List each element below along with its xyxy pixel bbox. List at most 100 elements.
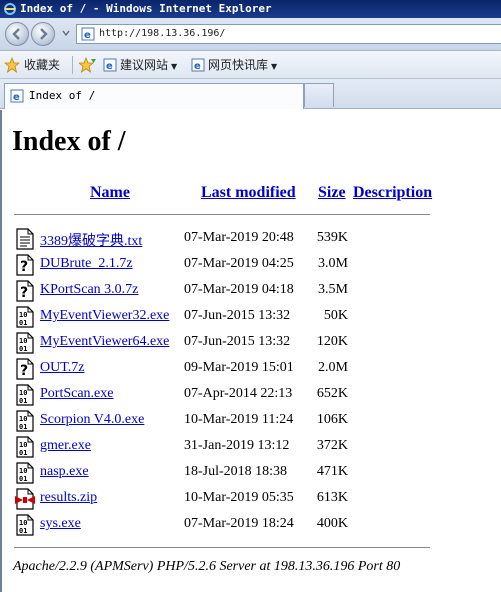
file-size: 120K [316, 334, 348, 349]
svg-text:01: 01 [19, 397, 27, 405]
svg-text:01: 01 [19, 449, 27, 457]
back-button[interactable] [5, 22, 29, 46]
file-size: 50K [323, 308, 348, 323]
file-link[interactable]: gmer.exe [40, 438, 91, 454]
svg-text:?: ? [20, 259, 28, 275]
binary-file-icon[interactable]: 10 01 [15, 514, 35, 536]
page-icon: e [10, 89, 24, 103]
list-item: results.zip 10-Mar-2019 05:35 613K [14, 488, 494, 514]
file-size: 471K [316, 464, 348, 479]
svg-text:10: 10 [19, 311, 27, 319]
forward-button[interactable] [31, 22, 55, 46]
sort-by-description-link[interactable]: Description [353, 184, 432, 202]
svg-text:e: e [84, 30, 91, 41]
file-link[interactable]: sys.exe [40, 516, 81, 532]
window-border [0, 110, 2, 592]
file-link[interactable]: MyEventViewer64.exe [40, 334, 169, 350]
page-icon: e [191, 58, 205, 72]
address-bar[interactable]: e http://198.13.36.196/ [76, 24, 501, 44]
window-title-bar[interactable]: Index of / - Windows Internet Explorer [0, 0, 501, 18]
file-size: 613K [316, 490, 348, 505]
binary-file-icon[interactable]: 10 01 [15, 384, 35, 406]
unknown-file-icon[interactable]: ? [15, 280, 35, 302]
text-file-icon[interactable] [15, 228, 35, 250]
ie-logo-icon [4, 3, 16, 15]
svg-text:01: 01 [19, 527, 27, 535]
list-item: 10 01 MyEventViewer32.exe 07-Jun-2015 13:32… [14, 306, 494, 332]
svg-text:10: 10 [19, 337, 27, 345]
suggested-sites-button[interactable]: e 建议网站 ▼ [103, 51, 177, 79]
sort-by-size-link[interactable]: Size [318, 184, 346, 202]
file-link[interactable]: KPortScan 3.0.7z [40, 282, 138, 298]
svg-text:e: e [194, 61, 201, 72]
page-icon: e [81, 27, 95, 41]
suggested-sites-label: 建议网站 [120, 58, 169, 72]
binary-file-icon[interactable]: 10 01 [15, 332, 35, 354]
svg-text:?: ? [20, 363, 28, 379]
header-divider [14, 214, 430, 215]
compressed-file-icon[interactable] [15, 488, 35, 510]
svg-text:01: 01 [19, 475, 27, 483]
svg-text:e: e [13, 92, 20, 103]
favorites-divider [72, 56, 73, 74]
server-signature: Apache/2.2.9 (APMServ) PHP/5.2.6 Server … [13, 559, 401, 574]
file-size: 652K [316, 386, 348, 401]
list-item: 10 01 gmer.exe 31-Jan-2019 13:12 372K [14, 436, 494, 462]
list-item: 10 01 MyEventViewer64.exe 07-Jun-2015 13:32… [14, 332, 494, 358]
file-link[interactable]: results.zip [40, 490, 97, 506]
file-size: 539K [316, 230, 348, 245]
list-item: 10 01 sys.exe 07-Mar-2019 18:24 400K [14, 514, 494, 540]
file-size: 2.0M [318, 360, 348, 375]
svg-text:10: 10 [19, 467, 27, 475]
svg-text:10: 10 [19, 441, 27, 449]
sort-by-last-modified-link[interactable]: Last modified [201, 184, 296, 202]
svg-text:10: 10 [19, 389, 27, 397]
file-size: 372K [316, 438, 348, 453]
page-icon: e [103, 58, 117, 72]
svg-text:10: 10 [19, 415, 27, 423]
list-item: ? KPortScan 3.0.7z 07-Mar-2019 04:18 3.5M [14, 280, 494, 306]
favorites-bar: 收藏夹 e 建议网站 ▼ e 网页快讯库 ▼ [0, 51, 501, 79]
binary-file-icon[interactable]: 10 01 [15, 462, 35, 484]
svg-text:?: ? [20, 285, 28, 301]
favorites-star-icon[interactable] [4, 57, 20, 73]
file-link[interactable]: nasp.exe [40, 464, 89, 480]
url-text[interactable]: http://198.13.36.196/ [99, 25, 225, 43]
file-size: 3.0M [318, 256, 348, 271]
binary-file-icon[interactable]: 10 01 [15, 306, 35, 328]
file-link[interactable]: MyEventViewer32.exe [40, 308, 169, 324]
file-link[interactable]: PortScan.exe [40, 386, 113, 402]
chevron-down-icon: ▼ [171, 62, 178, 71]
favorites-button[interactable]: 收藏夹 [24, 51, 60, 79]
tab-index-of[interactable]: e Index of / [4, 83, 304, 109]
list-item: 10 01 Scorpion V4.0.exe 10-Mar-2019 11:24 10… [14, 410, 494, 436]
list-item: 3389爆破字典.txt 07-Mar-2019 20:48 539K [14, 228, 494, 254]
footer-divider [14, 547, 430, 548]
svg-text:01: 01 [19, 319, 27, 327]
file-link[interactable]: Scorpion V4.0.exe [40, 412, 144, 428]
svg-text:e: e [106, 61, 113, 72]
list-item: 10 01 PortScan.exe 07-Apr-2014 22:13 652K [14, 384, 494, 410]
recent-pages-dropdown-icon[interactable] [61, 28, 71, 38]
forward-arrow-icon [40, 28, 48, 40]
sort-by-name-link[interactable]: Name [90, 184, 130, 202]
new-tab-button[interactable] [304, 83, 334, 107]
chevron-down-icon: ▼ [271, 62, 278, 71]
add-to-favorites-icon[interactable] [79, 57, 97, 73]
list-item: ? OUT.7z 09-Mar-2019 15:01 2.0M [14, 358, 494, 384]
file-size: 400K [316, 516, 348, 531]
svg-text:01: 01 [19, 345, 27, 353]
web-slice-gallery-button[interactable]: e 网页快讯库 ▼ [191, 51, 277, 79]
binary-file-icon[interactable]: 10 01 [15, 436, 35, 458]
file-link[interactable]: 3389爆破字典.txt [40, 230, 142, 250]
web-slice-gallery-label: 网页快讯库 [208, 58, 269, 72]
tab-bar: e Index of / [0, 79, 501, 109]
back-arrow-icon [12, 28, 20, 40]
binary-file-icon[interactable]: 10 01 [15, 410, 35, 432]
unknown-file-icon[interactable]: ? [15, 254, 35, 276]
navigation-bar: e http://198.13.36.196/ [0, 18, 501, 51]
file-link[interactable]: OUT.7z [40, 360, 84, 376]
file-link[interactable]: DUBrute_2.1.7z [40, 256, 133, 272]
unknown-file-icon[interactable]: ? [15, 358, 35, 380]
window-title: Index of / - Windows Internet Explorer [20, 2, 272, 15]
